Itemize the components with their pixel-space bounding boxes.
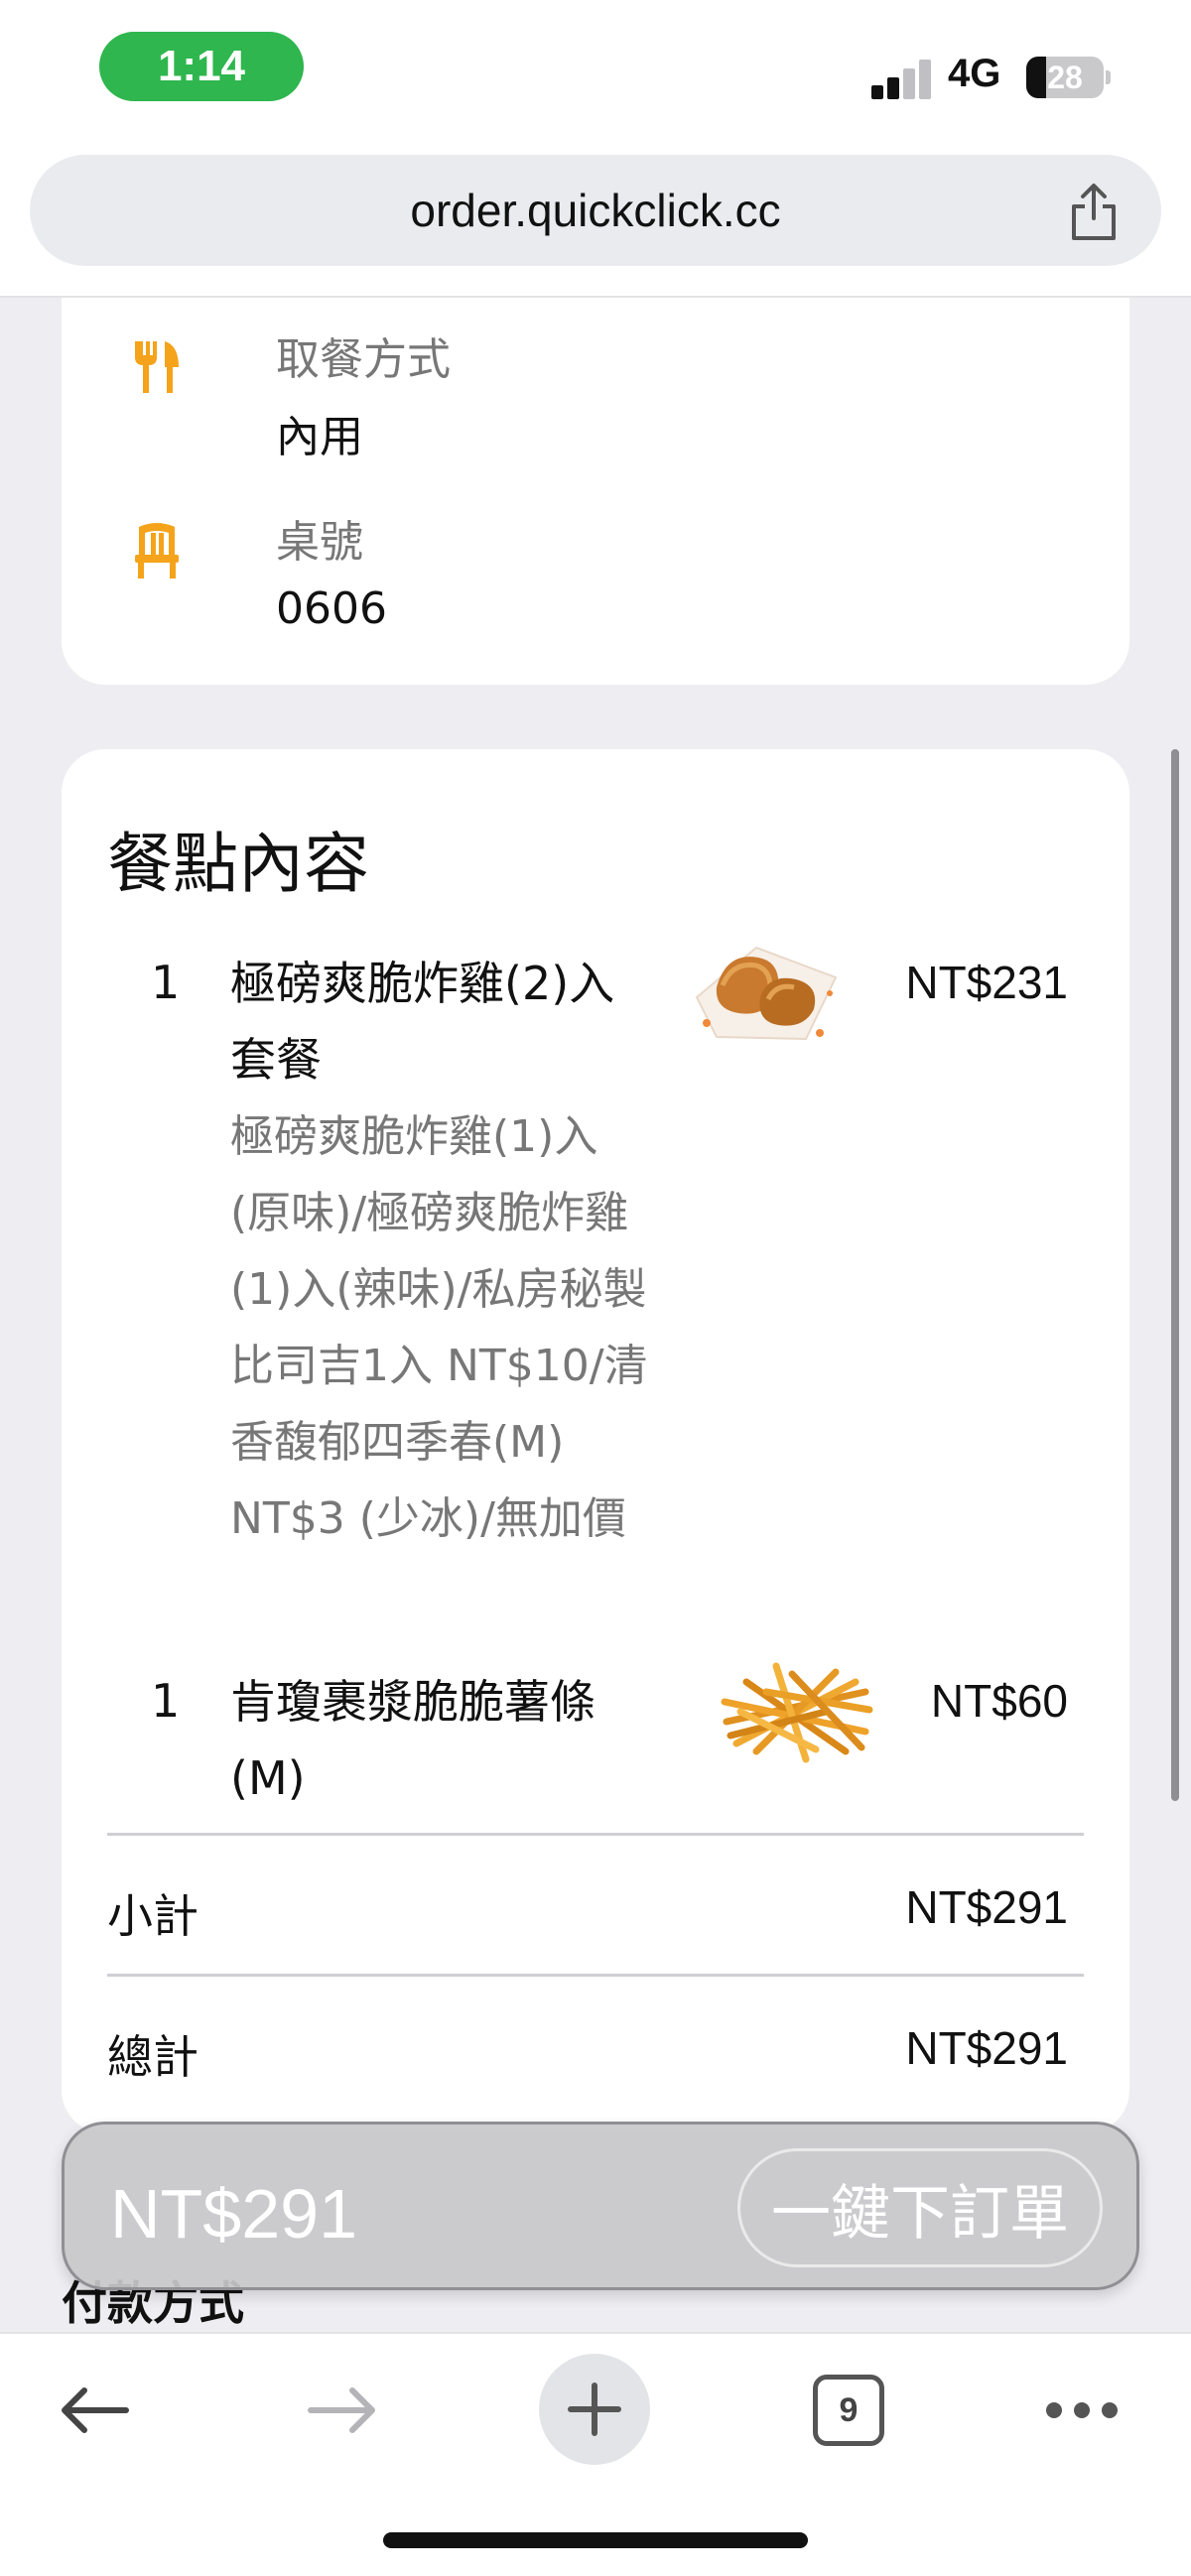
address-bar[interactable]: order.quickclick.cc <box>30 155 1161 266</box>
tabs-button[interactable]: 9 <box>794 2356 903 2465</box>
utensils-icon <box>135 341 179 393</box>
item-price: NT$60 <box>930 1675 1068 1727</box>
more-dot <box>1046 2402 1062 2418</box>
network-type: 4G <box>948 52 1001 95</box>
home-indicator[interactable] <box>383 2532 808 2548</box>
chair-icon <box>135 523 179 579</box>
more-dot <box>1102 2402 1118 2418</box>
subtotal-label: 小計 <box>107 1889 198 1943</box>
more-dot <box>1074 2402 1090 2418</box>
back-button[interactable] <box>40 2356 149 2465</box>
share-icon[interactable] <box>1066 183 1122 242</box>
status-time[interactable]: 1:14 <box>99 32 304 101</box>
divider <box>107 1833 1084 1836</box>
status-bar: 1:14 4G 28 <box>0 0 1191 149</box>
item-name: 極磅爽脆炸雞(2)入套餐 <box>230 957 615 1087</box>
scrollbar[interactable] <box>1171 749 1179 1801</box>
url-text[interactable]: order.quickclick.cc <box>30 155 1161 266</box>
signal-strength-icon <box>871 58 933 99</box>
order-section-title: 餐點內容 <box>107 826 369 902</box>
total-label: 總計 <box>107 2030 198 2084</box>
tab-count: 9 <box>813 2375 884 2446</box>
pickup-info-card: 取餐方式 內用 桌號 0606 <box>62 298 1129 685</box>
item-name: 肯瓊裹漿脆脆薯條(M) <box>230 1675 596 1805</box>
order-bar-total: NT$291 <box>110 2175 358 2253</box>
table-number-value: 0606 <box>276 583 387 634</box>
plus-icon <box>568 2383 621 2436</box>
floating-order-bar: NT$291 一鍵下訂單 <box>62 2122 1139 2290</box>
pickup-method-value: 內用 <box>276 412 363 462</box>
table-number-label: 桌號 <box>276 517 363 568</box>
item-description: 極磅爽脆炸雞(1)入(原味)/極磅爽脆炸雞(1)入(辣味)/私房秘製比司吉1入 … <box>230 1111 648 1544</box>
battery-icon: 28 <box>1026 57 1104 98</box>
arrow-left-icon <box>62 2387 129 2433</box>
battery-tip <box>1106 70 1111 84</box>
item-price: NT$231 <box>905 957 1068 1008</box>
browser-address-area: order.quickclick.cc <box>0 149 1191 298</box>
new-tab-button[interactable] <box>539 2354 650 2465</box>
place-order-button[interactable]: 一鍵下訂單 <box>737 2148 1103 2267</box>
order-items-card: 餐點內容 1 極磅爽脆炸雞(2)入套餐 極磅爽脆炸雞(1)入(原味)/極磅爽脆炸… <box>62 749 1129 2133</box>
forward-button[interactable] <box>288 2356 397 2465</box>
fried-chicken-image <box>695 946 838 1041</box>
item-quantity: 1 <box>151 1674 181 1728</box>
item-quantity: 1 <box>151 956 181 1009</box>
total-value: NT$291 <box>905 2022 1068 2074</box>
battery-percent: 28 <box>1047 59 1083 95</box>
page-content[interactable]: 取餐方式 內用 桌號 0606 餐點內容 1 極磅爽脆炸雞(2)入套餐 極磅爽脆… <box>0 298 1191 2332</box>
more-menu-button[interactable] <box>1022 2356 1141 2465</box>
arrow-right-icon <box>308 2387 375 2433</box>
divider <box>107 1974 1084 1977</box>
pickup-method-label: 取餐方式 <box>276 334 451 385</box>
french-fries-image <box>721 1662 873 1763</box>
subtotal-value: NT$291 <box>905 1881 1068 1933</box>
